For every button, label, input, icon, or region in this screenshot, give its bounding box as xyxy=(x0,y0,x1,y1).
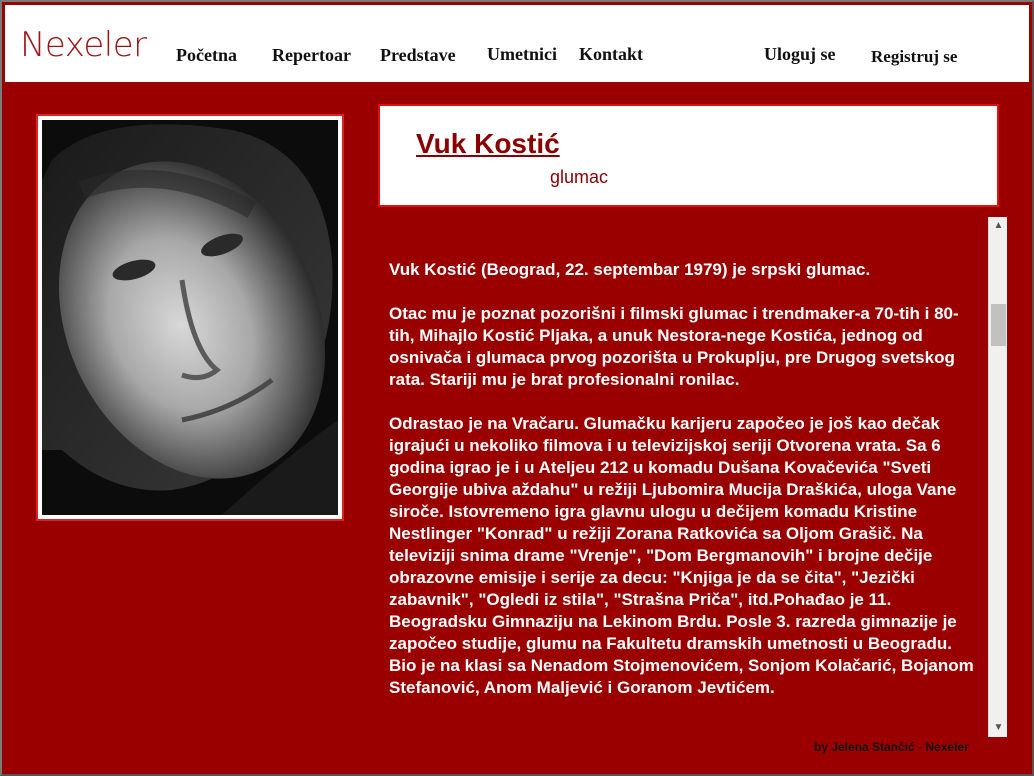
header: Nexeler Početna Repertoar Predstave Umet… xyxy=(5,5,1029,82)
footer-credit: by Jelena Stančić - Nexeler xyxy=(814,740,969,754)
artist-name[interactable]: Vuk Kostić xyxy=(416,128,560,160)
nav-item-kontakt[interactable]: Kontakt xyxy=(579,44,643,65)
bio-paragraph: Otac mu je poznat pozorišni i filmski gl… xyxy=(389,304,959,389)
nav-item-umetnici[interactable]: Umetnici xyxy=(487,44,557,65)
nav-item-repertoar[interactable]: Repertoar xyxy=(272,45,351,66)
register-link[interactable]: Registruj se xyxy=(871,47,957,67)
portrait-image xyxy=(42,120,338,515)
artist-role: glumac xyxy=(550,167,609,187)
chevron-up-icon[interactable]: ▲ xyxy=(989,217,1008,235)
bio-paragraph: Vuk Kostić (Beograd, 22. septembar 1979)… xyxy=(389,260,871,279)
login-link[interactable]: Uloguj se xyxy=(764,44,836,65)
nav-item-predstave[interactable]: Predstave xyxy=(380,45,456,66)
scroll-thumb[interactable] xyxy=(991,304,1006,346)
site-logo[interactable]: Nexeler xyxy=(20,25,147,65)
bio-scrollbar[interactable]: ▲ ▼ xyxy=(988,217,1007,737)
nav-item-pocetna[interactable]: Početna xyxy=(176,45,237,66)
artist-bio: Vuk Kostić (Beograd, 22. septembar 1979)… xyxy=(389,259,974,721)
chevron-down-icon[interactable]: ▼ xyxy=(989,719,1008,737)
artist-photo xyxy=(42,120,338,515)
artist-title-box: Vuk Kostić glumac xyxy=(378,104,999,207)
artist-photo-frame xyxy=(36,114,344,521)
bio-paragraph: Odrastao je na Vračaru. Glumačku karijer… xyxy=(389,414,974,697)
